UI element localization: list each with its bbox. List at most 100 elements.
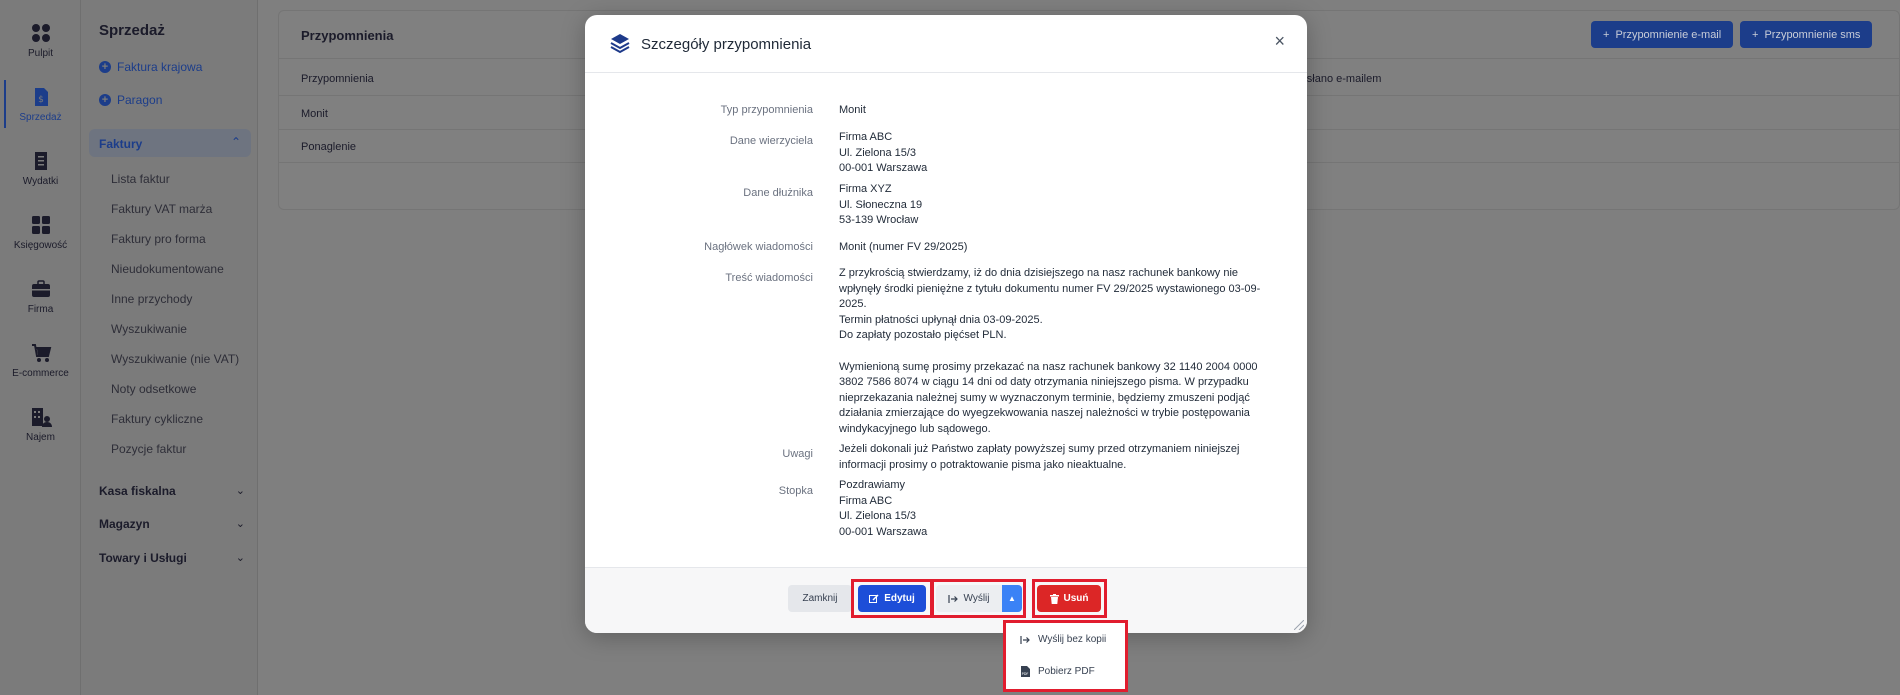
add-sms-reminder-button[interactable]: + Przypomnienie sms — [1740, 21, 1873, 48]
resize-handle-icon[interactable] — [1294, 620, 1304, 630]
menu-item-faktury-pro-forma[interactable]: Faktury pro forma — [111, 232, 206, 246]
menu-item-nieudokumentowane[interactable]: Nieudokumentowane — [111, 262, 224, 276]
button-label: Zamknij — [802, 593, 838, 604]
field-label: Uwagi — [782, 448, 813, 460]
quick-faktura-krajowa[interactable]: + Faktura krajowa — [99, 60, 202, 74]
button-label: Przypomnienie sms — [1764, 28, 1861, 41]
text-line: Firma XYZ — [839, 183, 892, 195]
menu-item-label: Pobierz PDF — [1038, 666, 1095, 677]
menu-group-kasa-fiskalna[interactable]: Kasa fiskalna ⌄ — [99, 484, 245, 498]
plus-icon: + — [1603, 28, 1610, 41]
close-icon[interactable]: × — [1274, 31, 1285, 52]
reminder-type-value: Monit — [839, 104, 866, 116]
button-label: Wyślij — [963, 593, 990, 604]
text-line: 53-139 Wrocław — [839, 214, 919, 227]
message-body-value: Z przykrością stwierdzamy, iż do dnia dz… — [839, 266, 1279, 438]
text-line: 00-001 Warszawa — [839, 162, 928, 175]
menu-item-lista-faktur[interactable]: Lista faktur — [111, 172, 170, 186]
plus-icon: + — [1752, 28, 1759, 41]
group-label: Faktury — [99, 137, 143, 151]
chevron-up-icon: ▲ — [1008, 594, 1016, 603]
rail-item-pulpit[interactable]: Pulpit — [0, 22, 81, 59]
text-paragraph: Termin płatności upłynął dnia 03-09-2025… — [839, 313, 1043, 326]
text-paragraph: Do zapłaty pozostało pięćset PLN. — [839, 329, 1007, 342]
menu-item-inne-przychody[interactable]: Inne przychody — [111, 292, 192, 306]
edit-icon — [869, 593, 879, 603]
table-row[interactable]: Monit — [301, 108, 328, 120]
download-pdf-item[interactable]: PDF Pobierz PDF — [1020, 666, 1095, 677]
edit-button[interactable]: Edytuj — [858, 585, 926, 612]
table-row[interactable]: Ponaglenie — [301, 141, 356, 153]
field-label: Dane wierzyciela — [729, 135, 813, 147]
chevron-down-icon: ⌄ — [235, 518, 245, 530]
debtor-value: Firma XYZ Ul. Słoneczna 19 53-139 Wrocła… — [839, 182, 1279, 229]
text-paragraph: Wymienioną sumę prosimy przekazać na nas… — [839, 360, 1258, 435]
add-email-reminder-button[interactable]: + Przypomnienie e-mail — [1591, 21, 1734, 48]
rail-item-ksiegowosc[interactable]: Księgowość — [0, 214, 81, 251]
menu-item-noty-odsetkowe[interactable]: Noty odsetkowe — [111, 382, 196, 396]
send-button[interactable]: Wyślij — [936, 585, 1002, 612]
icon-rail: Pulpit $ Sprzedaż Wydatki Księgowość Fir… — [0, 0, 81, 695]
reminder-details-modal: Szczegóły przypomnienia × Typ przypomnie… — [585, 15, 1307, 633]
notes-value: Jeżeli dokonali już Państwo zapłaty powy… — [839, 443, 1240, 471]
rail-item-najem[interactable]: Najem — [0, 406, 81, 443]
field-label: Dane dłużnika — [743, 187, 813, 199]
chevron-down-icon: ⌄ — [235, 552, 245, 564]
text-line: Ul. Zielona 15/3 — [839, 146, 917, 159]
field-label: Treść wiadomości — [725, 272, 813, 284]
button-label: Usuń — [1063, 593, 1089, 604]
menu-item-wyszukiwanie-nie-vat[interactable]: Wyszukiwanie (nie VAT) — [111, 352, 239, 366]
dashboard-icon — [31, 24, 50, 42]
svg-text:PDF: PDF — [1022, 672, 1029, 676]
send-without-copy-item[interactable]: Wyślij bez kopii — [1020, 634, 1106, 645]
menu-group-faktury[interactable]: Faktury ⌃ — [89, 129, 251, 157]
rail-label: Księgowość — [13, 240, 68, 251]
rail-label: Sprzedaż — [19, 112, 62, 123]
menu-item-faktury-cykliczne[interactable]: Faktury cykliczne — [111, 412, 203, 426]
panel-title: Przypomnienia — [301, 28, 394, 43]
text-paragraph: Z przykrością stwierdzamy, iż do dnia dz… — [839, 267, 1261, 311]
section-menu: Sprzedaż + Faktura krajowa + Paragon Fak… — [81, 0, 258, 695]
svg-text:$: $ — [38, 95, 44, 105]
text-line: Firma ABC — [839, 131, 893, 143]
close-button[interactable]: Zamknij — [788, 585, 852, 612]
rail-item-firma[interactable]: Firma — [0, 278, 81, 315]
cart-icon — [31, 344, 51, 362]
rental-icon — [31, 408, 52, 427]
rail-item-ecommerce[interactable]: E-commerce — [0, 342, 81, 379]
rail-label: Pulpit — [27, 48, 53, 59]
chevron-down-icon: ⌄ — [235, 485, 245, 497]
send-options-toggle[interactable]: ▲ — [1002, 585, 1022, 612]
rail-label: Firma — [27, 304, 54, 315]
rail-label: Najem — [26, 432, 55, 443]
menu-item-pozycje-faktur[interactable]: Pozycje faktur — [111, 442, 186, 456]
rail-label: Wydatki — [22, 176, 59, 187]
briefcase-icon — [31, 280, 50, 297]
layers-icon — [610, 34, 630, 54]
quick-label: Paragon — [117, 93, 163, 107]
field-label: Typ przypomnienia — [720, 104, 813, 116]
group-label: Towary i Usługi — [99, 551, 187, 565]
plus-circle-icon: + — [99, 61, 111, 73]
menu-item-faktury-vat-marza[interactable]: Faktury VAT marża — [111, 202, 212, 216]
modal-header: Szczegóły przypomnienia × — [585, 15, 1307, 73]
text-line: Ul. Słoneczna 19 — [839, 198, 923, 211]
menu-group-towary-i-uslugi[interactable]: Towary i Usługi ⌄ — [99, 551, 245, 565]
rail-item-wydatki[interactable]: Wydatki — [0, 150, 81, 187]
button-label: Przypomnienie e-mail — [1615, 28, 1722, 41]
rail-label: E-commerce — [12, 368, 69, 379]
menu-title: Sprzedaż — [99, 22, 165, 39]
rail-item-sprzedaz[interactable]: $ Sprzedaż — [0, 80, 81, 128]
menu-item-wyszukiwanie[interactable]: Wyszukiwanie — [111, 322, 187, 336]
delete-button[interactable]: Usuń — [1037, 585, 1101, 612]
sales-document-icon: $ — [34, 88, 48, 106]
expenses-document-icon — [34, 152, 47, 170]
quick-paragon[interactable]: + Paragon — [99, 93, 162, 107]
menu-group-magazyn[interactable]: Magazyn ⌄ — [99, 517, 245, 531]
plus-circle-icon: + — [99, 94, 111, 106]
footer-value: Pozdrawiamy Firma ABC Ul. Zielona 15/3 0… — [839, 478, 1279, 540]
group-label: Kasa fiskalna — [99, 484, 176, 498]
trash-icon — [1049, 593, 1059, 604]
creditor-value: Firma ABC Ul. Zielona 15/3 00-001 Warsza… — [839, 130, 1279, 177]
menu-item-label: Wyślij bez kopii — [1038, 634, 1107, 645]
